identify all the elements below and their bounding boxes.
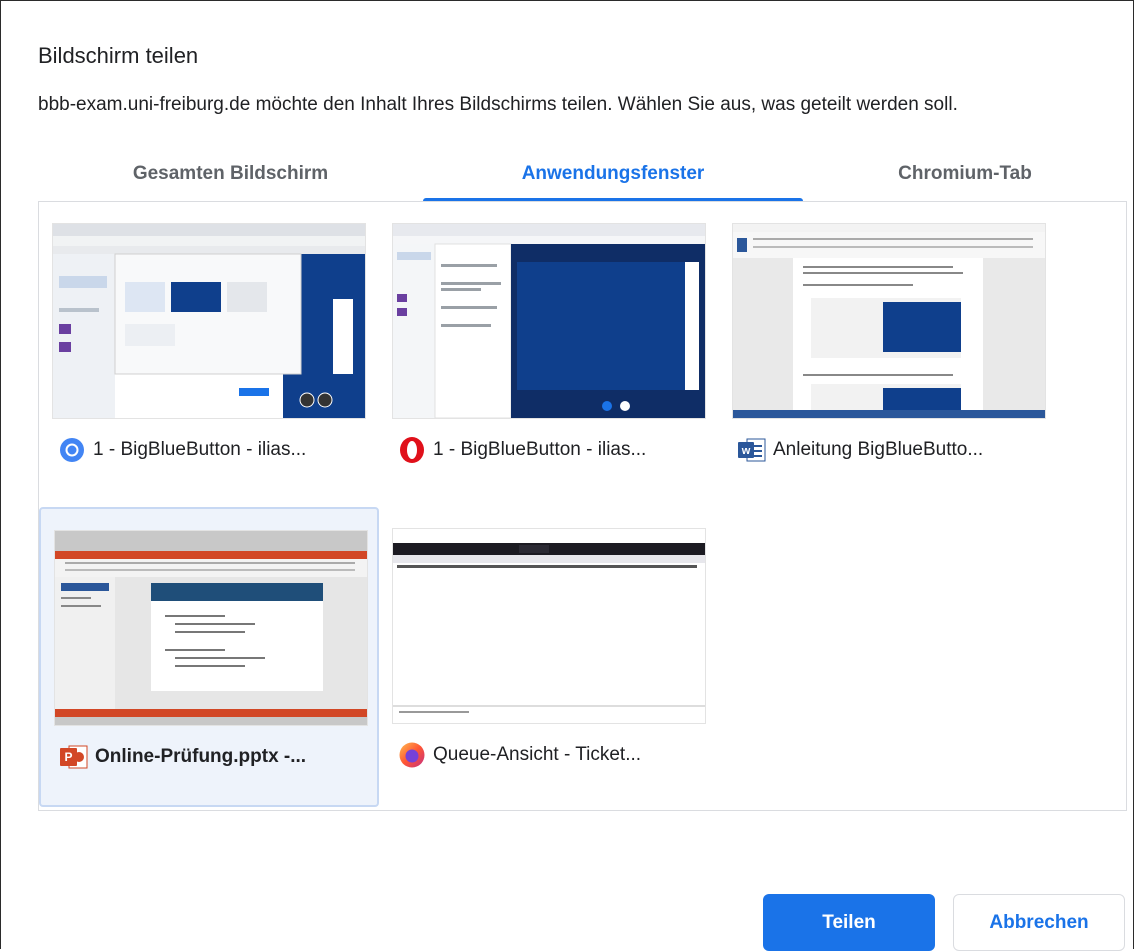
window-item-powerpoint[interactable]: P Online-Prüfung.pptx -...	[39, 507, 379, 807]
window-label: Queue-Ansicht - Ticket...	[397, 739, 713, 771]
window-thumbnail	[733, 224, 1045, 418]
word-icon: w	[737, 435, 767, 465]
chrome-icon	[57, 435, 87, 465]
opera-icon	[397, 435, 427, 465]
share-button[interactable]: Teilen	[763, 894, 935, 951]
firefox-icon	[397, 740, 427, 770]
tab-chromium-tab[interactable]: Chromium-Tab	[803, 147, 1127, 201]
share-screen-dialog: Bildschirm teilen bbb-exam.uni-freiburg.…	[0, 0, 1134, 951]
window-label: P Online-Prüfung.pptx -...	[59, 741, 375, 773]
cancel-button[interactable]: Abbrechen	[953, 894, 1125, 951]
window-label: 1 - BigBlueButton - ilias...	[397, 434, 713, 466]
tab-application-window[interactable]: Anwendungsfenster	[423, 147, 803, 201]
source-tabs: Gesamten Bildschirm Anwendungsfenster Ch…	[38, 147, 1127, 201]
dialog-title: Bildschirm teilen	[38, 43, 199, 68]
dialog-description: bbb-exam.uni-freiburg.de möchte den Inha…	[38, 94, 958, 115]
window-item-opera-bbb[interactable]: 1 - BigBlueButton - ilias...	[379, 202, 719, 502]
window-thumbnail	[393, 224, 705, 418]
window-thumbnail	[393, 529, 705, 723]
window-thumbnail	[53, 224, 365, 418]
window-label: 1 - BigBlueButton - ilias...	[57, 434, 373, 466]
powerpoint-icon: P	[59, 742, 89, 772]
window-item-chrome-bbb[interactable]: 1 - BigBlueButton - ilias...	[39, 202, 379, 502]
window-item-firefox[interactable]: Queue-Ansicht - Ticket...	[379, 507, 719, 807]
svg-text:P: P	[64, 750, 72, 764]
svg-text:w: w	[741, 445, 751, 457]
window-label: w Anleitung BigBlueButto...	[737, 434, 1053, 466]
window-grid: 1 - BigBlueButton - ilias... 1 - BigBlue…	[38, 201, 1127, 811]
window-thumbnail	[55, 531, 367, 725]
window-item-word[interactable]: w Anleitung BigBlueButto...	[719, 202, 1059, 502]
tab-entire-screen[interactable]: Gesamten Bildschirm	[38, 147, 423, 201]
